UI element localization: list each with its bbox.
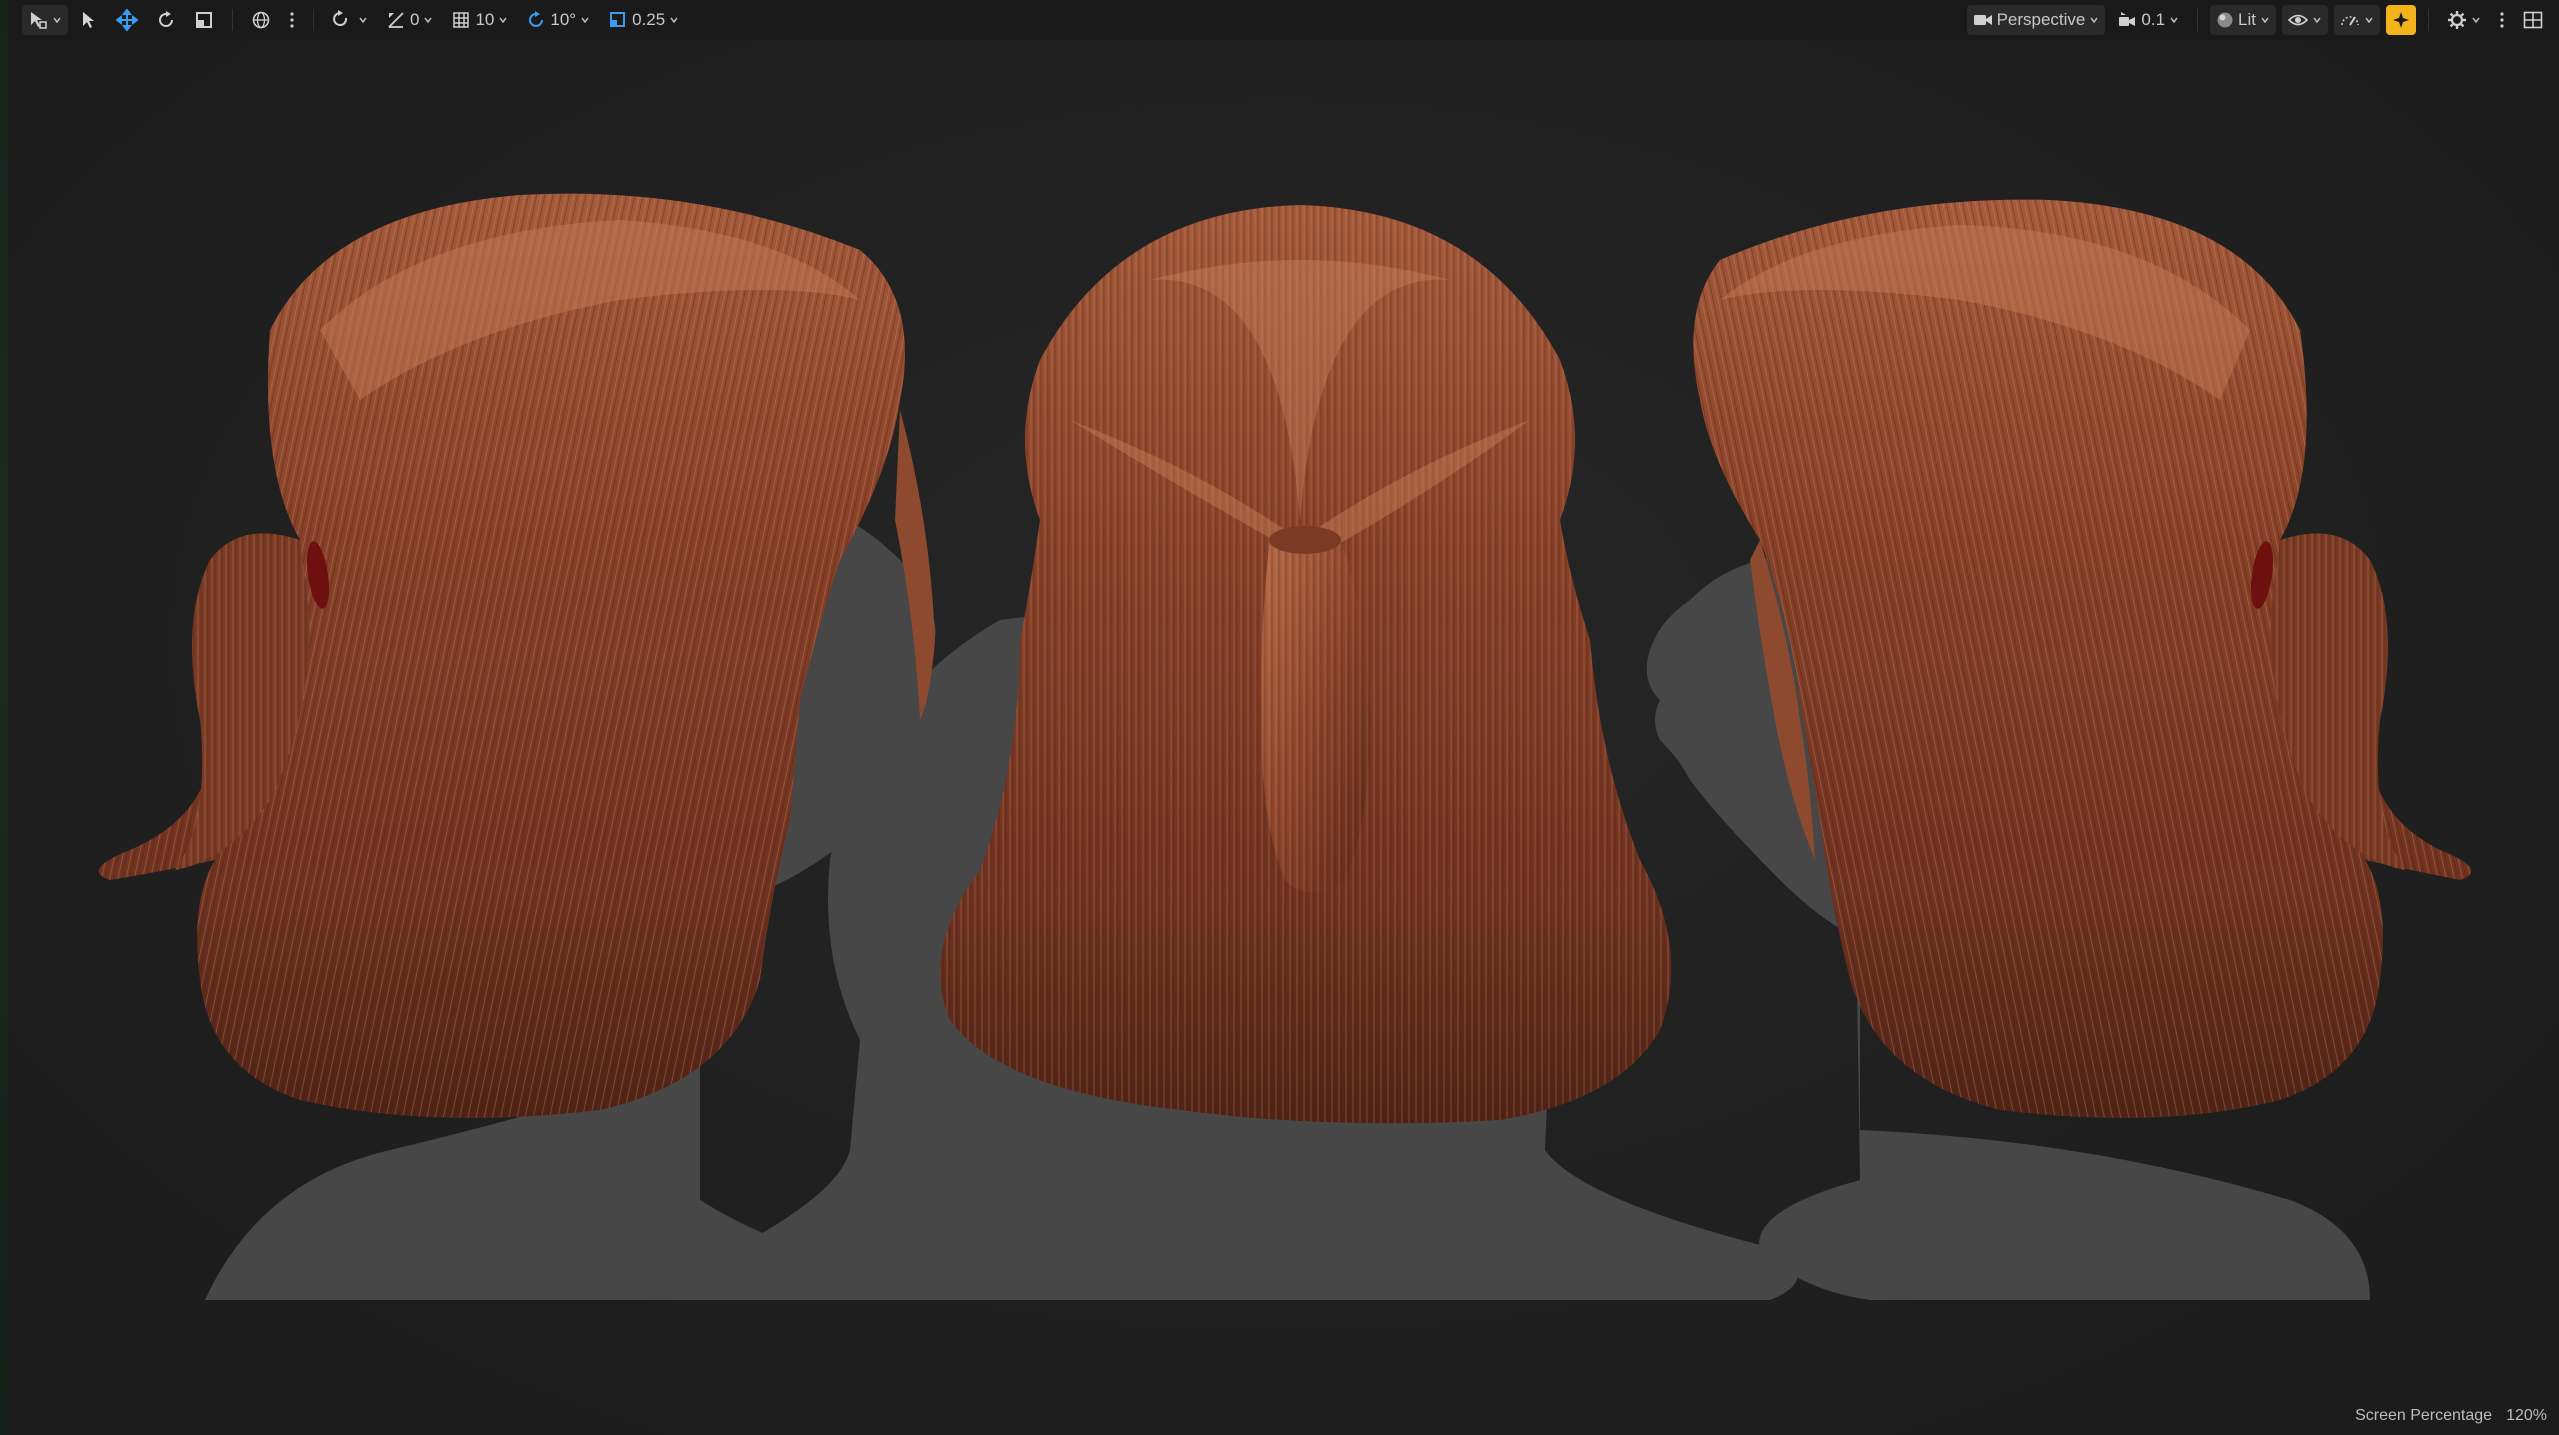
select-mode-dropdown[interactable] <box>22 5 68 35</box>
chevron-down-icon <box>2090 17 2098 24</box>
chevron-down-icon <box>424 17 433 24</box>
scale-snap-dropdown[interactable]: 0.25 <box>602 5 685 35</box>
chevron-down-icon <box>2261 17 2269 24</box>
rotation-snap-icon <box>529 11 544 27</box>
select-mode-icon <box>31 12 47 29</box>
toolbar-separator <box>313 9 314 31</box>
camera-icon <box>1973 15 1992 25</box>
scale-snap-value: 0.25 <box>632 10 666 29</box>
grid-snap-dropdown[interactable]: 10 <box>445 5 514 35</box>
lighting-mode-dropdown[interactable]: Lit <box>2210 5 2276 35</box>
chevron-down-icon <box>2365 17 2373 24</box>
chevron-down-icon <box>581 17 589 24</box>
rotation-angle-value: 10° <box>550 10 577 29</box>
viewport-layout-button[interactable] <box>2517 5 2549 35</box>
layout-grid-icon <box>2523 11 2543 29</box>
realtime-toggle-button[interactable] <box>2386 5 2416 35</box>
performance-dropdown[interactable] <box>2334 5 2380 35</box>
chevron-down-icon <box>359 17 367 24</box>
more-options-button[interactable] <box>283 5 301 35</box>
chevron-down-icon <box>2313 17 2321 24</box>
chevron-down-icon <box>2472 17 2480 24</box>
move-tool-button[interactable] <box>110 5 144 35</box>
chevron-down-icon <box>53 17 61 24</box>
angle-snap-icon <box>388 12 404 28</box>
settings-dropdown[interactable] <box>2441 5 2487 35</box>
level-viewport[interactable]: 0 10 10° 0.25 Perspective 0.1 Lit Screen… <box>0 0 2559 1435</box>
view-mode-label: Perspective <box>1996 10 2086 29</box>
select-tool-button[interactable] <box>74 5 104 35</box>
screen-percentage-value: 120% <box>2506 1407 2547 1424</box>
hair-center-view <box>940 205 1672 1124</box>
toolbar-separator <box>232 9 233 31</box>
scene-render <box>98 193 2472 1300</box>
move-arrows-icon <box>116 9 138 31</box>
vertical-dots-icon <box>290 12 294 28</box>
surface-snap-icon <box>333 10 348 26</box>
show-flags-dropdown[interactable] <box>2282 5 2328 35</box>
scale-icon <box>196 12 212 28</box>
scale-tool-button[interactable] <box>188 5 220 35</box>
rotation-snap-dropdown[interactable]: 0 <box>380 5 439 35</box>
lighting-mode-label: Lit <box>2238 10 2256 29</box>
rotation-angle-dropdown[interactable]: 10° <box>520 5 596 35</box>
pointer-icon <box>83 12 94 28</box>
chevron-down-icon <box>670 17 678 24</box>
globe-icon <box>252 11 270 29</box>
surface-snapping-button[interactable] <box>326 5 374 35</box>
hair-left-view <box>98 193 935 1118</box>
rotate-tool-button[interactable] <box>150 5 182 35</box>
rotation-snap-value: 0 <box>410 10 420 29</box>
gear-icon <box>2448 11 2466 29</box>
eye-icon <box>2288 14 2308 26</box>
toolbar-left-group: 0 10 10° 0.25 <box>22 0 685 40</box>
chevron-down-icon <box>499 17 507 24</box>
toolbar-separator <box>2428 9 2429 31</box>
coordinate-system-button[interactable] <box>245 5 277 35</box>
camera-speed-dropdown[interactable]: 0.1 <box>2111 5 2185 35</box>
hair-right-view <box>1693 199 2472 1119</box>
rotate-icon <box>159 11 173 27</box>
vertical-dots-icon <box>2500 12 2504 28</box>
chevron-down-icon <box>2170 17 2178 24</box>
camera-speed-value: 0.1 <box>2141 10 2166 29</box>
scale-snap-icon <box>610 12 626 27</box>
screen-percentage-readout: Screen Percentage 120% <box>2355 1407 2547 1425</box>
viewport-toolbar: 0 10 10° 0.25 Perspective 0.1 Lit <box>8 0 2559 40</box>
camera-speed-icon <box>2119 12 2136 26</box>
toolbar-separator <box>2197 9 2199 31</box>
viewport-options-button[interactable] <box>2493 5 2511 35</box>
view-mode-dropdown[interactable]: Perspective <box>1966 5 2106 35</box>
lit-sphere-icon <box>2217 12 2233 28</box>
gauge-icon <box>2341 16 2359 26</box>
realtime-icon <box>2393 12 2409 28</box>
toolbar-right-group: Perspective 0.1 Lit <box>1966 0 2549 40</box>
grid-icon <box>453 12 470 28</box>
screen-percentage-label: Screen Percentage <box>2355 1407 2493 1424</box>
grid-snap-value: 10 <box>475 10 495 29</box>
